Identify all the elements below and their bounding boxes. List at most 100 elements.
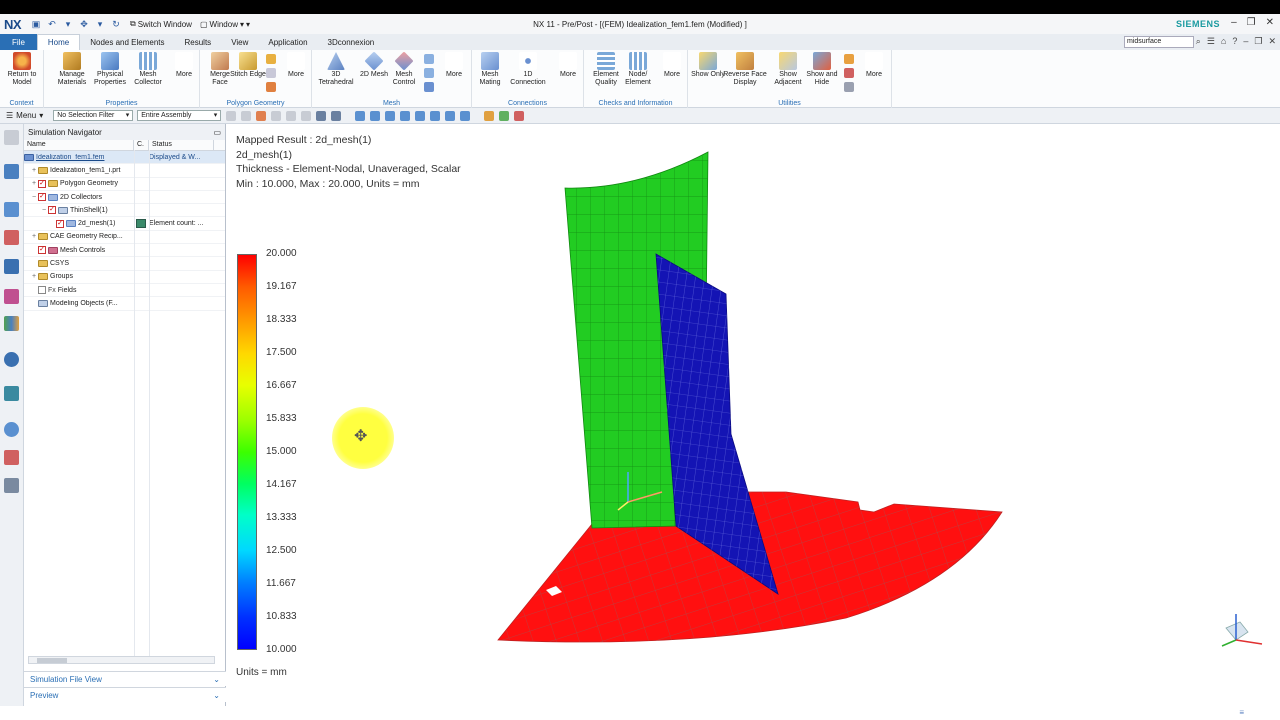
status-bar-icon[interactable]: ≡ bbox=[1239, 708, 1244, 717]
visibility-checkbox[interactable]: ✓ bbox=[38, 179, 46, 188]
visibility-checkbox[interactable]: ✓ bbox=[48, 206, 56, 215]
dropdown-icon[interactable]: ▾ bbox=[62, 18, 74, 30]
assembly-scope-select[interactable]: Entire Assembly ▾ bbox=[137, 110, 222, 121]
tab-application[interactable]: Application bbox=[258, 34, 317, 50]
palette-icon[interactable] bbox=[4, 386, 19, 401]
system-scenes-icon[interactable] bbox=[4, 478, 19, 493]
graphics-window[interactable]: Mapped Result : 2d_mesh(1) 2d_mesh(1) Th… bbox=[226, 124, 1280, 706]
3d-tetrahedral-button[interactable]: 3D Tetrahedral bbox=[318, 52, 354, 87]
snap-icon[interactable] bbox=[241, 110, 252, 121]
tree-node-polygon-geometry[interactable]: + ✓ Polygon Geometry bbox=[24, 178, 225, 191]
polygon-tool-icon[interactable] bbox=[266, 68, 276, 78]
results-icon[interactable] bbox=[4, 316, 19, 331]
collapse-icon[interactable]: − bbox=[40, 207, 48, 214]
connections-more-button[interactable]: More bbox=[550, 52, 586, 79]
snap-icon[interactable] bbox=[301, 110, 312, 121]
simulation-file-view-panel[interactable]: Simulation File View ⌄ bbox=[24, 671, 226, 686]
assembly-navigator-icon[interactable] bbox=[4, 230, 19, 245]
show-adjacent-button[interactable]: Show Adjacent bbox=[770, 52, 806, 87]
view-options-icon[interactable] bbox=[445, 110, 456, 121]
snap-icon[interactable] bbox=[271, 110, 282, 121]
mesh-tool-icon[interactable] bbox=[424, 68, 434, 78]
minimize-icon[interactable]: – bbox=[1231, 17, 1237, 28]
view-options-icon[interactable] bbox=[460, 110, 471, 121]
expand-icon[interactable]: + bbox=[30, 180, 38, 187]
selection-filter-select[interactable]: No Selection Filter ▾ bbox=[53, 110, 134, 121]
undo-icon[interactable]: ↶ bbox=[46, 18, 58, 30]
tree-node-csys[interactable]: CSYS bbox=[24, 257, 225, 271]
navigator-horizontal-scrollbar[interactable] bbox=[28, 656, 215, 664]
tree-node-cae-geometry[interactable]: + CAE Geometry Recip... bbox=[24, 231, 225, 245]
tree-node-2d-collectors[interactable]: − ✓ 2D Collectors bbox=[24, 191, 225, 205]
1d-connection-button[interactable]: 1D Connection bbox=[508, 52, 548, 87]
zoom-icon[interactable] bbox=[370, 110, 381, 121]
reuse-library-icon[interactable] bbox=[4, 259, 19, 274]
tab-3dconnexion[interactable]: 3Dconnexion bbox=[318, 34, 385, 50]
view-icon[interactable] bbox=[331, 110, 342, 121]
utility-tool-icon[interactable] bbox=[844, 54, 854, 64]
utility-tool-icon[interactable] bbox=[844, 68, 854, 78]
mesh-control-button[interactable]: Mesh Control bbox=[386, 51, 422, 87]
tree-node-fem[interactable]: Idealization_fem1.fem Displayed & W... bbox=[24, 151, 225, 165]
tree-node-modeling-objects[interactable]: Modeling Objects (F... bbox=[24, 297, 225, 311]
history-icon[interactable] bbox=[4, 422, 19, 437]
mesh-collector-button[interactable]: Mesh Collector bbox=[130, 52, 166, 87]
search-icon[interactable]: ⌕ bbox=[1196, 36, 1201, 47]
polygon-tool-icon[interactable] bbox=[266, 82, 276, 92]
tree-node-fields[interactable]: Fx Fields bbox=[24, 284, 225, 298]
tree-node-idealized-part[interactable]: + Idealization_fem1_i.prt bbox=[24, 164, 225, 178]
visibility-checkbox[interactable]: ✓ bbox=[38, 193, 46, 202]
expand-icon[interactable]: + bbox=[30, 167, 38, 174]
snap-icon[interactable] bbox=[286, 110, 297, 121]
checks-more-button[interactable]: More bbox=[654, 52, 690, 79]
utility-tool-icon[interactable] bbox=[844, 82, 854, 92]
properties-more-button[interactable]: More bbox=[166, 52, 202, 79]
maximize-icon[interactable]: ▭ bbox=[213, 128, 221, 137]
tab-results[interactable]: Results bbox=[175, 34, 222, 50]
constraint-navigator-icon[interactable] bbox=[4, 289, 19, 304]
return-to-model-button[interactable]: Return to Model bbox=[4, 52, 40, 87]
restore-icon[interactable]: ❐ bbox=[1247, 17, 1256, 28]
tab-view[interactable]: View bbox=[221, 34, 258, 50]
physical-properties-button[interactable]: Physical Properties bbox=[92, 52, 128, 87]
orient-icon[interactable] bbox=[415, 110, 426, 121]
node-element-button[interactable]: Node/ Element bbox=[620, 52, 656, 87]
grid-icon[interactable] bbox=[514, 110, 525, 121]
show-and-hide-button[interactable]: Show and Hide bbox=[804, 52, 840, 87]
tree-node-groups[interactable]: + Groups bbox=[24, 271, 225, 284]
edit-icon[interactable] bbox=[484, 110, 495, 121]
repeat-command-icon[interactable]: ↻ bbox=[110, 18, 122, 30]
ribbon-options-icon[interactable]: ☰ bbox=[1207, 36, 1215, 47]
render-style-icon[interactable] bbox=[430, 110, 441, 121]
tree-node-thinshell[interactable]: − ✓ ThinShell(1) bbox=[24, 204, 225, 218]
mesh-tool-icon[interactable] bbox=[424, 82, 434, 92]
mesh-mating-button[interactable]: Mesh Mating bbox=[472, 52, 508, 87]
expand-icon[interactable]: + bbox=[30, 273, 38, 280]
mesh-tool-icon[interactable] bbox=[424, 54, 434, 64]
help-icon[interactable]: ? bbox=[1232, 36, 1237, 47]
manage-materials-button[interactable]: Manage Materials bbox=[54, 52, 90, 87]
column-header-status[interactable]: Status bbox=[149, 140, 214, 150]
select-icon[interactable] bbox=[256, 110, 267, 121]
tab-home[interactable]: Home bbox=[36, 34, 81, 50]
visibility-checkbox[interactable] bbox=[38, 286, 46, 295]
web-browser-icon[interactable] bbox=[4, 352, 19, 367]
tree-node-mesh-controls[interactable]: ✓ Mesh Controls bbox=[24, 244, 225, 258]
snap-icon[interactable] bbox=[226, 110, 237, 121]
close-icon[interactable]: ✕ bbox=[1268, 36, 1276, 47]
expand-icon[interactable]: + bbox=[30, 233, 38, 240]
scrollbar-thumb[interactable] bbox=[37, 658, 67, 663]
gear-icon[interactable] bbox=[4, 130, 19, 145]
pan-icon[interactable] bbox=[400, 110, 411, 121]
element-quality-button[interactable]: Element Quality bbox=[588, 52, 624, 87]
restore-icon[interactable]: ❐ bbox=[1254, 36, 1262, 47]
simulation-navigator-icon[interactable] bbox=[4, 164, 19, 179]
close-icon[interactable]: ✕ bbox=[1266, 17, 1274, 28]
rotate-icon[interactable] bbox=[385, 110, 396, 121]
tree-node-2d-mesh[interactable]: ✓ 2d_mesh(1) Element count: ... bbox=[24, 217, 225, 231]
minimize-icon[interactable]: – bbox=[1243, 36, 1248, 47]
window-menu-button[interactable]: ▢ Window ▾ ▾ bbox=[200, 20, 250, 29]
tab-file[interactable]: File bbox=[0, 34, 37, 50]
roles-icon[interactable] bbox=[4, 450, 19, 465]
view-icon[interactable] bbox=[316, 110, 327, 121]
